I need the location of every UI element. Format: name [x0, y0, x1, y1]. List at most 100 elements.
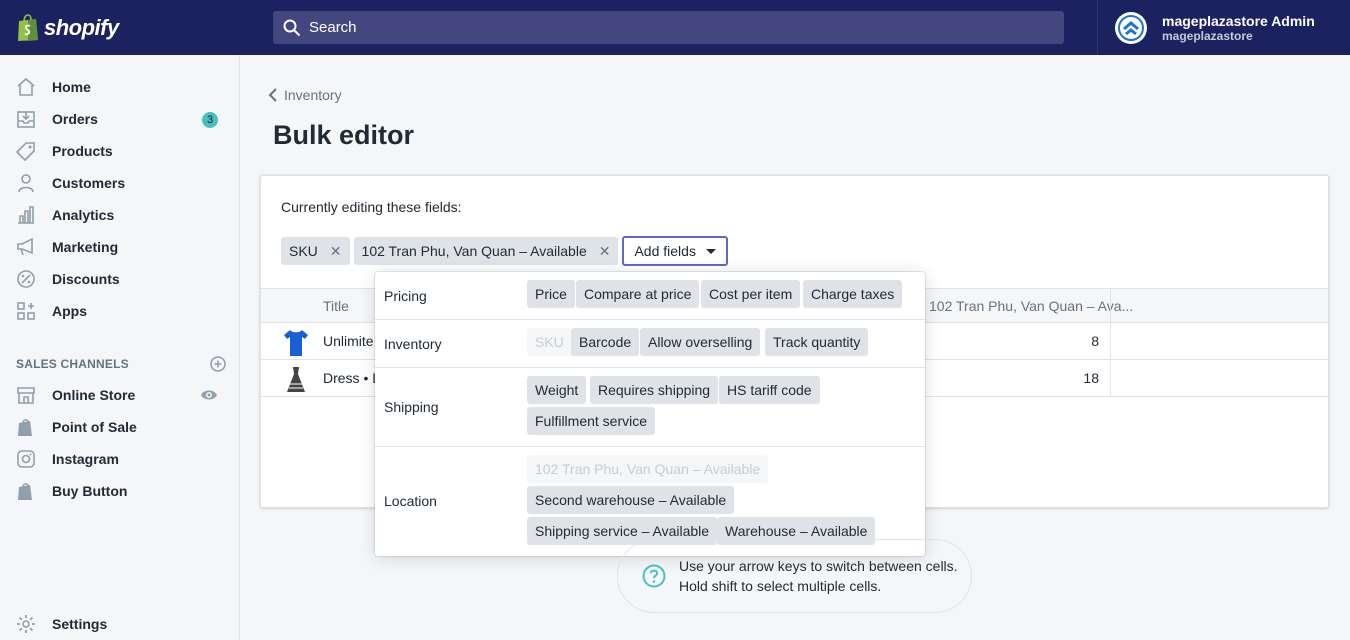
sidebar-item-label: Home: [52, 79, 91, 95]
sidebar-item-label: Analytics: [52, 207, 115, 223]
tag-icon: [16, 141, 36, 161]
column-divider: [1110, 289, 1111, 397]
help-line-1: Use your arrow keys to switch between ce…: [679, 558, 958, 574]
product-title-cell[interactable]: Dress • D: [323, 370, 382, 386]
sidebar-item-label: Point of Sale: [52, 419, 137, 435]
shopify-bag-icon: [18, 13, 38, 41]
sidebar-item-label: Buy Button: [52, 483, 128, 499]
add-fields-button[interactable]: Add fields: [622, 236, 728, 266]
sidebar-item-products[interactable]: Products: [0, 135, 240, 167]
sales-channels-label: SALES CHANNELS: [16, 357, 129, 371]
quantity-cell[interactable]: 8: [1091, 333, 1099, 349]
discount-icon: [16, 269, 36, 289]
sidebar-item-apps[interactable]: Apps: [0, 295, 240, 327]
field-chips: SKU ✕ 102 Tran Phu, Van Quan – Available…: [281, 236, 728, 266]
field-option-track-quantity[interactable]: Track quantity: [765, 328, 869, 356]
account-store: mageplazastore: [1162, 28, 1253, 43]
help-line-2: Hold shift to select multiple cells.: [679, 578, 882, 594]
field-option-cost-per-item[interactable]: Cost per item: [701, 280, 801, 308]
sidebar-item-instagram[interactable]: Instagram: [0, 443, 240, 475]
product-title-cell[interactable]: Unlimite: [323, 333, 374, 349]
person-icon: [16, 173, 36, 193]
sidebar-item-marketing[interactable]: Marketing: [0, 231, 240, 263]
sidebar-item-label: Orders: [52, 111, 98, 127]
column-header-title: Title: [323, 298, 349, 314]
section-label: Inventory: [384, 336, 442, 352]
bag-icon: [16, 417, 36, 437]
field-option-fulfillment-service[interactable]: Fulfillment service: [527, 407, 656, 435]
sidebar-item-label: Customers: [52, 175, 126, 191]
quantity-cell[interactable]: 18: [1083, 370, 1099, 386]
section-label: Location: [384, 493, 437, 509]
field-option-weight[interactable]: Weight: [527, 376, 587, 404]
sidebar-item-orders[interactable]: Orders 3: [0, 103, 240, 135]
breadcrumb-label: Inventory: [284, 87, 342, 103]
instagram-icon: [16, 449, 36, 469]
sidebar-item-label: Products: [52, 143, 113, 159]
field-option-charge-taxes[interactable]: Charge taxes: [803, 280, 903, 308]
field-option-compare-at-price[interactable]: Compare at price: [576, 280, 700, 308]
field-chip-location: 102 Tran Phu, Van Quan – Available ✕: [353, 237, 619, 265]
sidebar-item-label: Marketing: [52, 239, 119, 255]
page-title: Bulk editor: [273, 120, 415, 150]
editing-fields-label: Currently editing these fields:: [281, 199, 462, 215]
add-channel-icon[interactable]: [210, 356, 226, 372]
caret-down-icon: [705, 248, 716, 254]
column-header-location: 102 Tran Phu, Van Quan – Ava...: [929, 298, 1134, 314]
sidebar-item-analytics[interactable]: Analytics: [0, 199, 240, 231]
account-name: mageplazastore Admin: [1162, 12, 1315, 29]
breadcrumb[interactable]: Inventory: [268, 87, 342, 103]
apps-icon: [16, 301, 36, 321]
add-fields-label: Add fields: [634, 243, 696, 259]
brand-wordmark: shopify: [44, 14, 119, 40]
field-option-price[interactable]: Price: [527, 280, 575, 308]
sidebar-item-label: Instagram: [52, 451, 119, 467]
sidebar-item-label: Settings: [52, 616, 108, 632]
store-avatar: [1115, 11, 1147, 44]
search-input[interactable]: Search: [273, 11, 1064, 44]
field-option-second-warehouse[interactable]: Second warehouse – Available: [527, 486, 735, 514]
section-label: Pricing: [384, 288, 427, 304]
remove-chip-icon[interactable]: ✕: [599, 243, 611, 260]
sidebar: Home Orders 3 Products Customers Analyti…: [0, 55, 240, 640]
field-option-hs-tariff-code[interactable]: HS tariff code: [719, 376, 820, 404]
section-pricing: Pricing Price Compare at price Cost per …: [375, 272, 925, 320]
section-label: Shipping: [384, 399, 439, 415]
search-placeholder: Search: [309, 19, 357, 36]
field-chip-sku: SKU ✕: [281, 237, 350, 265]
field-option-location-disabled: 102 Tran Phu, Van Quan – Available: [527, 455, 769, 483]
sidebar-item-customers[interactable]: Customers: [0, 167, 240, 199]
question-icon: [642, 564, 666, 588]
chip-label: 102 Tran Phu, Van Quan – Available: [361, 243, 587, 259]
orders-count-badge: 3: [202, 112, 218, 128]
add-fields-popover: Pricing Price Compare at price Cost per …: [375, 272, 925, 556]
account-menu[interactable]: mageplazastore Admin mageplazastore: [1097, 0, 1350, 55]
sidebar-item-home[interactable]: Home: [0, 71, 240, 103]
sidebar-item-online-store[interactable]: Online Store: [0, 379, 240, 411]
dress-thumbnail: [287, 367, 305, 392]
shopify-logo[interactable]: shopify: [0, 0, 240, 55]
search-icon: [283, 19, 301, 36]
field-option-barcode[interactable]: Barcode: [571, 328, 640, 356]
sidebar-item-settings[interactable]: Settings: [0, 608, 240, 640]
sales-channels-heading: SALES CHANNELS: [16, 356, 226, 372]
orders-icon: [16, 109, 36, 129]
field-option-allow-overselling[interactable]: Allow overselling: [640, 328, 761, 356]
megaphone-icon: [16, 237, 36, 257]
sidebar-item-discounts[interactable]: Discounts: [0, 263, 240, 295]
sidebar-item-buy-button[interactable]: Buy Button: [0, 475, 240, 507]
sidebar-item-label: Online Store: [52, 387, 136, 403]
remove-chip-icon[interactable]: ✕: [330, 243, 342, 260]
keyboard-help-tip: Use your arrow keys to switch between ce…: [617, 539, 972, 613]
section-inventory: Inventory SKU Barcode Allow overselling …: [375, 320, 925, 368]
eye-icon[interactable]: [200, 386, 218, 407]
chevron-left-icon: [268, 88, 277, 102]
chip-label: SKU: [289, 243, 318, 259]
sidebar-item-label: Discounts: [52, 271, 120, 287]
home-icon: [16, 77, 36, 97]
sidebar-item-label: Apps: [52, 303, 87, 319]
top-bar: shopify Search mageplazastore Admin mage…: [0, 0, 1350, 55]
sidebar-item-point-of-sale[interactable]: Point of Sale: [0, 411, 240, 443]
section-shipping: Shipping Weight Requires shipping HS tar…: [375, 368, 925, 447]
field-option-requires-shipping[interactable]: Requires shipping: [590, 376, 719, 404]
